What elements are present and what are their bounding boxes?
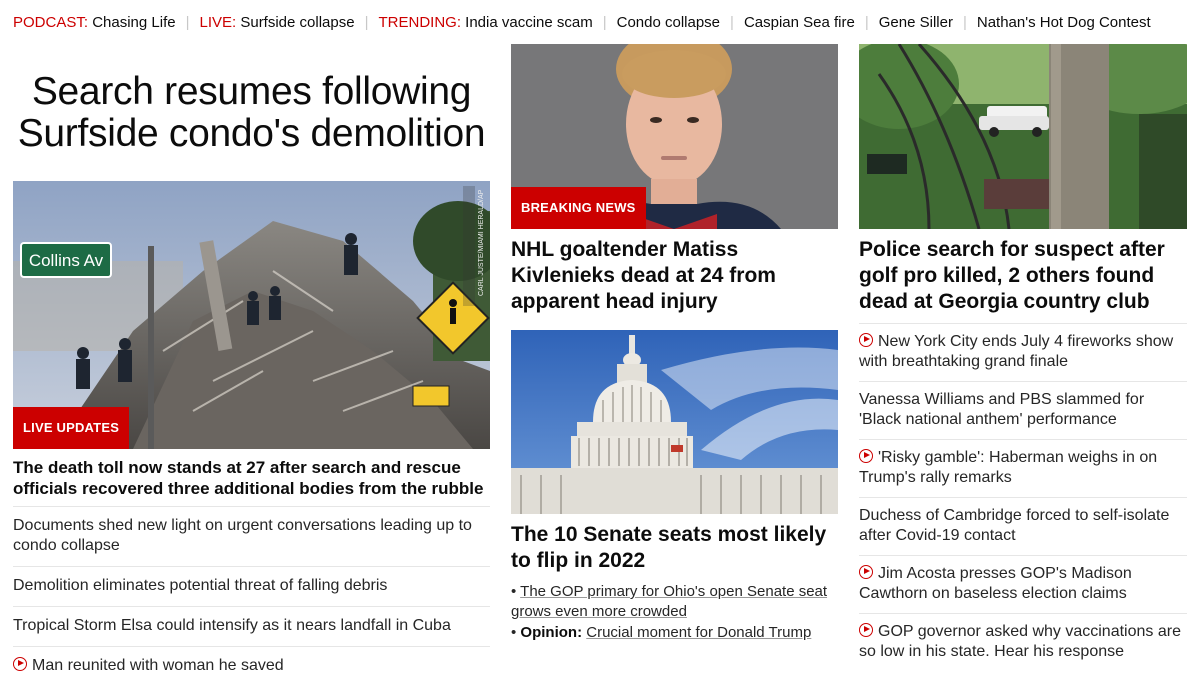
trending-link-1[interactable]: India vaccine scam bbox=[465, 14, 593, 32]
video-play-icon bbox=[859, 333, 873, 347]
trending-bar: PODCAST: Chasing Life | LIVE: Surfside c… bbox=[13, 14, 1193, 32]
capitol-building-photo bbox=[511, 330, 838, 514]
middle-column: BREAKING NEWS NHL goaltender Matiss Kivl… bbox=[511, 44, 838, 644]
golf-story-image[interactable] bbox=[859, 44, 1187, 229]
live-updates-badge: LIVE UPDATES bbox=[13, 407, 130, 449]
golf-course-photo bbox=[859, 44, 1187, 229]
divider: | bbox=[864, 14, 869, 31]
lead-headline[interactable]: The death toll now stands at 27 after se… bbox=[13, 457, 490, 499]
trending-link-3[interactable]: Caspian Sea fire bbox=[744, 14, 855, 32]
list-item[interactable]: New York City ends July 4 fireworks show… bbox=[859, 323, 1187, 381]
divider: | bbox=[602, 14, 607, 31]
trending-link-2[interactable]: Condo collapse bbox=[617, 14, 720, 32]
nhl-story-image[interactable]: BREAKING NEWS bbox=[511, 44, 838, 229]
list-item[interactable]: Demolition eliminates potential threat o… bbox=[13, 566, 490, 606]
senate-related-links: • The GOP primary for Ohio's open Senate… bbox=[511, 582, 838, 643]
podcast-label: PODCAST: bbox=[13, 14, 89, 31]
live-label: LIVE: bbox=[199, 14, 237, 31]
trending-link-4[interactable]: Gene Siller bbox=[879, 14, 953, 32]
list-item[interactable]: Documents shed new light on urgent conve… bbox=[13, 506, 490, 566]
list-item[interactable]: GOP governor asked why vaccinations are … bbox=[859, 613, 1187, 671]
trending-link-5[interactable]: Nathan's Hot Dog Contest bbox=[977, 14, 1151, 32]
video-play-icon bbox=[859, 565, 873, 579]
live-link[interactable]: Surfside collapse bbox=[240, 14, 354, 32]
ohio-senate-link[interactable]: The GOP primary for Ohio's open Senate s… bbox=[511, 583, 827, 620]
list-item: • The GOP primary for Ohio's open Senate… bbox=[511, 583, 828, 620]
video-play-icon bbox=[859, 449, 873, 463]
divider: | bbox=[364, 14, 369, 31]
lead-story-column: Search resumes following Surfside condo'… bbox=[13, 44, 490, 686]
list-item[interactable]: Vanessa Williams and PBS slammed for 'Bl… bbox=[859, 381, 1187, 439]
photo-credit: CARL JUSTE/MIAMI HERALD/AP bbox=[478, 189, 485, 296]
lead-image[interactable]: Collins Av CARL JUSTE/MIAMI HERALD/AP LI… bbox=[13, 181, 490, 449]
lead-related-links: Documents shed new light on urgent conve… bbox=[13, 506, 490, 686]
opinion-label: Opinion: bbox=[520, 624, 583, 641]
list-item[interactable]: Man reunited with woman he saved bbox=[13, 646, 490, 686]
nhl-headline[interactable]: NHL goaltender Matiss Kivlenieks dead at… bbox=[511, 237, 838, 315]
list-item[interactable]: Tropical Storm Elsa could intensify as i… bbox=[13, 606, 490, 646]
list-item[interactable]: 'Risky gamble': Haberman weighs in on Tr… bbox=[859, 439, 1187, 497]
breaking-news-badge: BREAKING NEWS bbox=[511, 187, 646, 229]
list-item[interactable]: Duchess of Cambridge forced to self-isol… bbox=[859, 497, 1187, 555]
divider: | bbox=[730, 14, 734, 31]
trending-label: TRENDING: bbox=[378, 14, 461, 31]
video-play-icon bbox=[13, 657, 27, 671]
video-play-icon bbox=[859, 623, 873, 637]
street-sign-text: Collins Av bbox=[29, 251, 104, 270]
senate-headline[interactable]: The 10 Senate seats most likely to flip … bbox=[511, 522, 838, 574]
podcast-link[interactable]: Chasing Life bbox=[92, 14, 175, 32]
lead-title[interactable]: Search resumes following Surfside condo'… bbox=[13, 45, 490, 181]
opinion-link[interactable]: Crucial moment for Donald Trump bbox=[586, 624, 811, 641]
capitol-image[interactable] bbox=[511, 330, 838, 514]
list-item[interactable]: Jim Acosta presses GOP's Madison Cawthor… bbox=[859, 555, 1187, 613]
golf-headline[interactable]: Police search for suspect after golf pro… bbox=[859, 237, 1187, 315]
right-related-links: New York City ends July 4 fireworks show… bbox=[859, 323, 1187, 671]
divider: | bbox=[962, 14, 967, 31]
list-item: • Opinion: Crucial moment for Donald Tru… bbox=[511, 624, 812, 641]
divider: | bbox=[185, 14, 190, 31]
right-column: Police search for suspect after golf pro… bbox=[859, 44, 1187, 671]
